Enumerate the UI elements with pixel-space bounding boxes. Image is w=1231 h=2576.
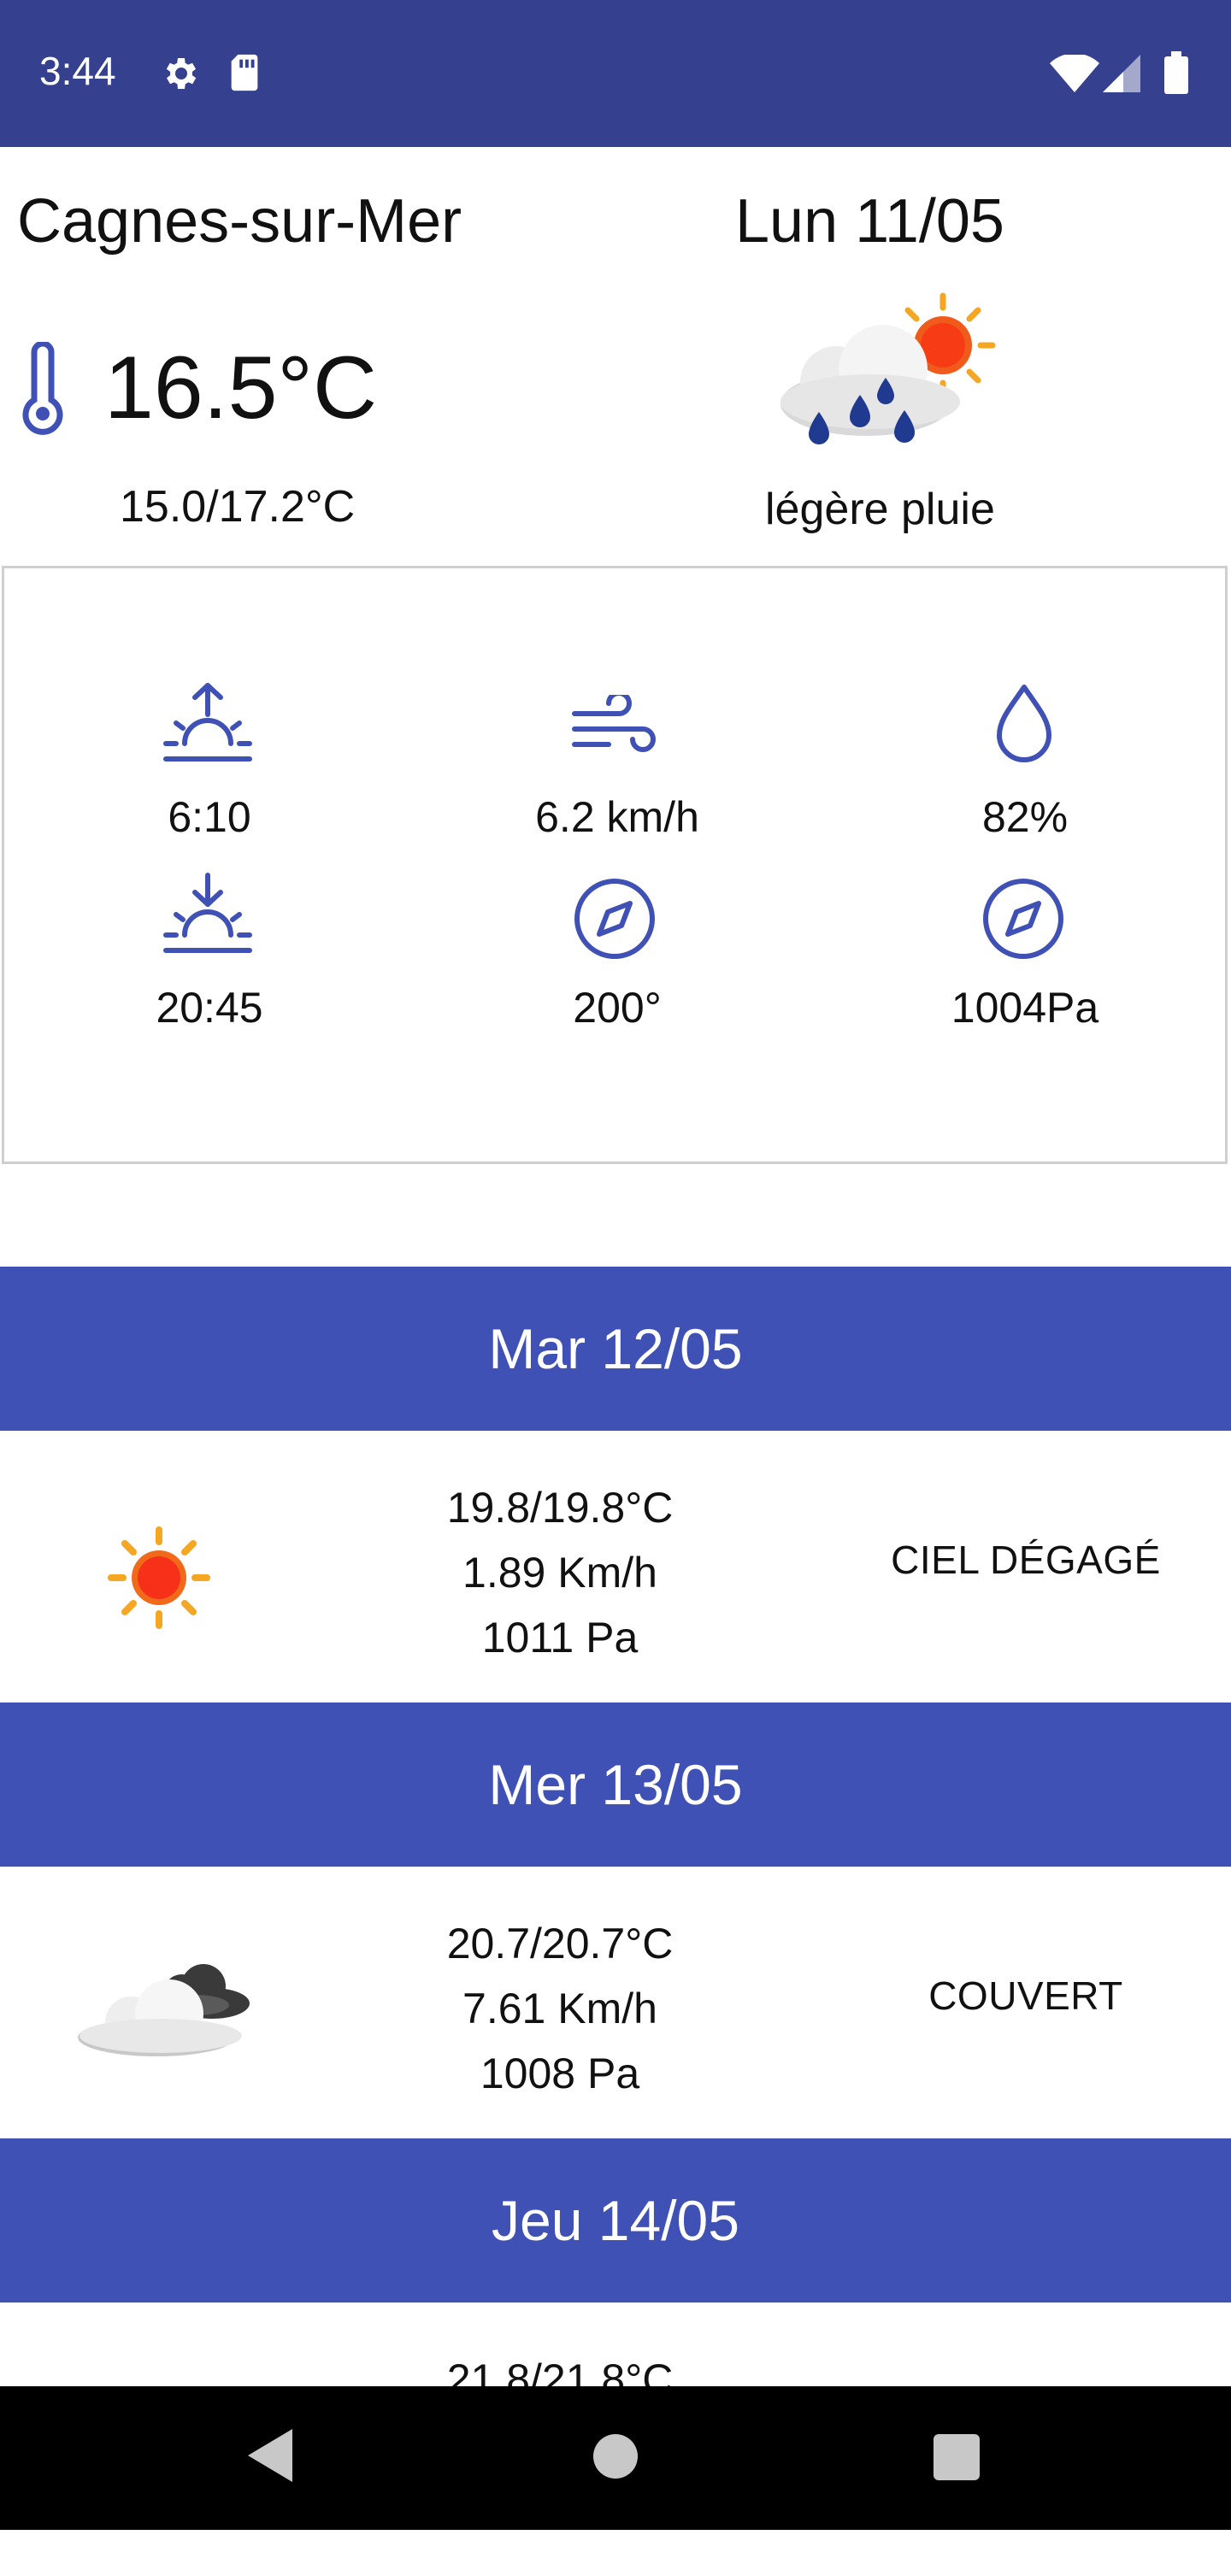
forecast-wind: 7.61 Km/h (462, 1985, 657, 2032)
gear-icon (159, 53, 200, 98)
back-icon[interactable] (248, 2429, 292, 2486)
status-bar: 3:44 (0, 0, 1231, 147)
battery-icon (1164, 51, 1188, 98)
pressure-value: 1004Pa (951, 984, 1099, 1032)
forecast-wind: 1.89 Km/h (462, 1549, 657, 1597)
forecast-day-header[interactable]: Jeu 14/05 (0, 2138, 1231, 2303)
forecast-description: CIEL DÉGAGÉ (891, 1538, 1161, 1582)
compass-icon (572, 876, 657, 966)
sunset-icon (161, 872, 255, 962)
wind-speed-value: 6.2 km/h (535, 793, 699, 841)
wind-icon (571, 691, 660, 768)
compass-icon (981, 876, 1066, 966)
forecast-temps: 19.8/19.8°C (446, 1484, 674, 1532)
forecast-pressure: 1011 Pa (481, 1614, 639, 1661)
wind-direction-value: 200° (573, 984, 662, 1032)
sun-icon (108, 1526, 210, 1633)
navigation-bar (0, 2386, 1231, 2530)
humidity-value: 82% (981, 793, 1069, 841)
recents-icon[interactable] (934, 2434, 980, 2485)
forecast-day-header[interactable]: Mer 13/05 (0, 1703, 1231, 1867)
current-min-max: 15.0/17.2°C (120, 482, 356, 532)
light-rain-sun-icon (768, 292, 998, 476)
details-panel: 6:10 6.2 km/h 82% 20:45 200° 1004Pa (2, 566, 1228, 1164)
wifi-icon (1050, 53, 1099, 97)
forecast-day-row[interactable]: 20.7/20.7°C 7.61 Km/h 1008 Pa COUVERT (0, 1867, 1231, 2140)
forecast-stats: 20.7/20.7°C 7.61 Km/h 1008 Pa (389, 1911, 731, 2106)
forecast-day-row[interactable]: 19.8/19.8°C 1.89 Km/h 1011 Pa CIEL DÉGAG… (0, 1431, 1231, 1704)
thermometer-icon (19, 340, 67, 440)
signal-icon (1103, 55, 1140, 97)
cloud-icon (75, 1961, 255, 2067)
forecast-day-header[interactable]: Mar 12/05 (0, 1267, 1231, 1431)
forecast-stats: 19.8/19.8°C 1.89 Km/h 1011 Pa (389, 1475, 731, 1670)
forecast-description: COUVERT (928, 1973, 1123, 2018)
current-temperature: 16.5°C (104, 338, 378, 438)
forecast-pressure: 1008 Pa (480, 2050, 640, 2097)
forecast-temps: 20.7/20.7°C (446, 1920, 674, 1967)
home-icon[interactable] (593, 2434, 638, 2483)
current-date: Lun 11/05 (735, 187, 1004, 256)
current-description: légère pluie (765, 485, 995, 534)
sunrise-value: 6:10 (168, 793, 251, 841)
sd-card-icon (227, 53, 262, 97)
status-time: 3:44 (39, 49, 116, 93)
sunrise-icon (161, 680, 255, 770)
drop-icon (986, 682, 1063, 772)
sunset-value: 20:45 (156, 984, 263, 1032)
city-name: Cagnes-sur-Mer (17, 187, 462, 256)
